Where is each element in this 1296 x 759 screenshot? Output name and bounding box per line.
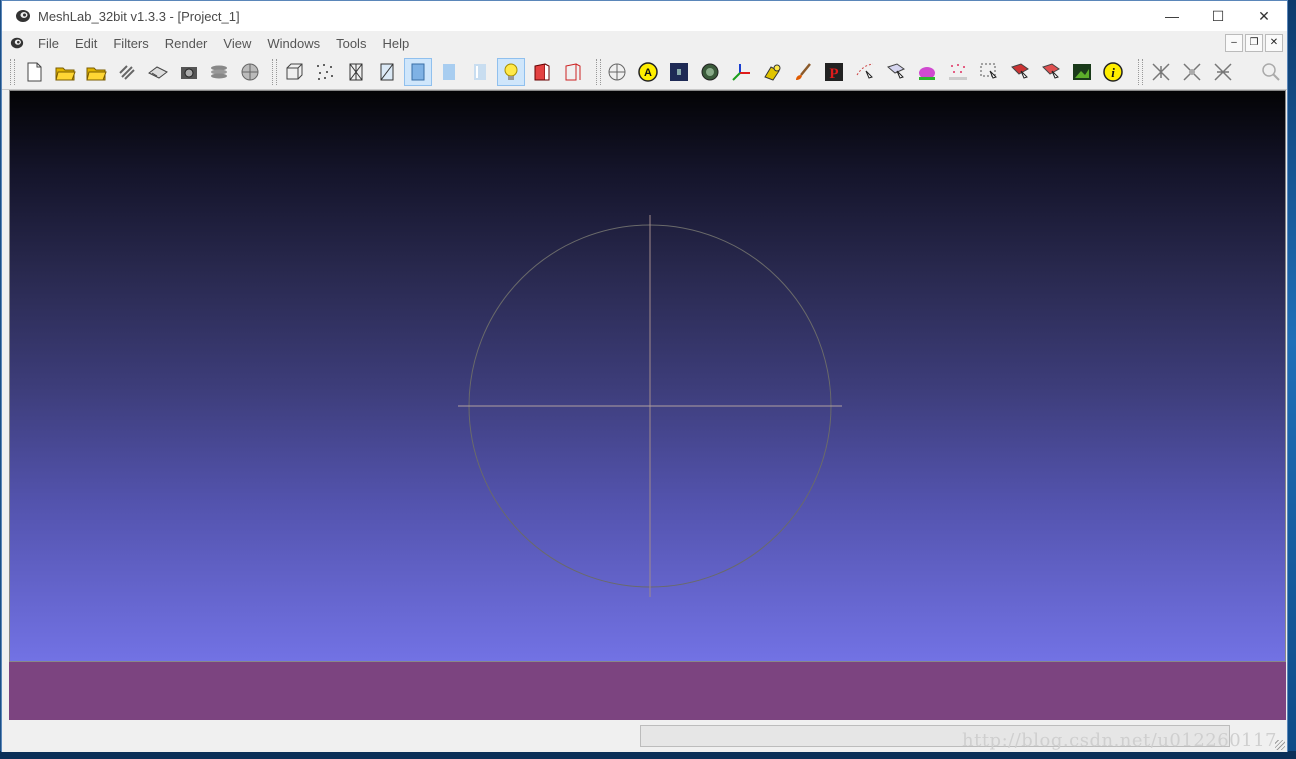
toolbar-grip[interactable] xyxy=(1138,59,1143,85)
smooth-icon[interactable] xyxy=(466,58,494,86)
axes-icon[interactable] xyxy=(727,58,755,86)
reference-icon[interactable] xyxy=(944,58,972,86)
layer-dialog-area xyxy=(9,662,1286,720)
meshlab-window: MeshLab_32bit v1.3.3 - [Project_1] — ☐ ✕… xyxy=(1,0,1288,752)
title-bar[interactable]: MeshLab_32bit v1.3.3 - [Project_1] — ☐ ✕ xyxy=(2,1,1287,31)
reload-icon[interactable] xyxy=(113,58,141,86)
back-face-icon[interactable] xyxy=(528,58,556,86)
select-connected-icon[interactable] xyxy=(1006,58,1034,86)
brush-icon[interactable] xyxy=(789,58,817,86)
menu-tools[interactable]: Tools xyxy=(328,36,374,51)
menu-bar: File Edit Filters Render View Windows To… xyxy=(2,32,1287,54)
window-title: MeshLab_32bit v1.3.3 - [Project_1] xyxy=(38,8,240,24)
points-icon[interactable] xyxy=(311,58,339,86)
layers-icon[interactable] xyxy=(205,58,233,86)
menu-help[interactable]: Help xyxy=(374,36,417,51)
lighting-icon[interactable] xyxy=(497,58,525,86)
align-c-icon[interactable] xyxy=(1209,58,1237,86)
bounding-box-icon[interactable] xyxy=(280,58,308,86)
pick-point-icon[interactable]: P xyxy=(820,58,848,86)
main-toolbar: A P i xyxy=(2,55,1287,90)
flat-lines-icon[interactable] xyxy=(404,58,432,86)
flat-icon[interactable] xyxy=(435,58,463,86)
annotation-icon[interactable]: A xyxy=(634,58,662,86)
menu-windows[interactable]: Windows xyxy=(259,36,328,51)
close-button[interactable]: ✕ xyxy=(1241,1,1287,31)
wireframe-icon[interactable] xyxy=(342,58,370,86)
menu-render[interactable]: Render xyxy=(157,36,216,51)
new-document-icon[interactable] xyxy=(20,58,48,86)
sphere-icon[interactable] xyxy=(236,58,264,86)
z-painting-icon[interactable] xyxy=(913,58,941,86)
trackball-gizmo[interactable] xyxy=(10,91,1285,661)
menu-file[interactable]: File xyxy=(30,36,67,51)
open-project-icon[interactable] xyxy=(51,58,79,86)
align-a-icon[interactable] xyxy=(1147,58,1175,86)
svg-text:A: A xyxy=(644,67,652,79)
menu-edit[interactable]: Edit xyxy=(67,36,105,51)
hidden-lines-icon[interactable] xyxy=(373,58,401,86)
3d-viewport[interactable] xyxy=(9,90,1286,662)
window-controls: — ☐ ✕ xyxy=(1149,1,1287,31)
camera-icon[interactable] xyxy=(175,58,203,86)
resize-grip-icon[interactable] xyxy=(1275,740,1285,750)
menu-filters[interactable]: Filters xyxy=(105,36,156,51)
toolbar-grip[interactable] xyxy=(596,59,601,85)
mdi-controls: ‒ ❐ ✕ xyxy=(1225,34,1283,52)
maximize-button[interactable]: ☐ xyxy=(1195,1,1241,31)
mdi-minimize-button[interactable]: ‒ xyxy=(1225,34,1243,52)
open-folder-icon[interactable] xyxy=(82,58,110,86)
desktop-background xyxy=(1288,0,1296,759)
info-icon[interactable]: i xyxy=(1099,58,1127,86)
double-side-icon[interactable] xyxy=(559,58,587,86)
watermark-text: http://blog.csdn.net/u012260117 xyxy=(962,730,1277,751)
taskbar-edge xyxy=(0,751,1296,759)
minimize-button[interactable]: — xyxy=(1149,1,1195,31)
status-bar: http://blog.csdn.net/u012260117 xyxy=(2,721,1287,752)
raster-icon[interactable] xyxy=(1068,58,1096,86)
select-rect-icon[interactable] xyxy=(975,58,1003,86)
toolbar-grip[interactable] xyxy=(10,59,15,85)
svg-text:i: i xyxy=(1111,65,1115,80)
select-area-icon[interactable] xyxy=(1037,58,1065,86)
select-faces-icon[interactable] xyxy=(882,58,910,86)
render-dark-icon[interactable] xyxy=(665,58,693,86)
svg-text:P: P xyxy=(829,66,838,82)
trackball-icon[interactable] xyxy=(603,58,631,86)
search-icon[interactable] xyxy=(1257,58,1285,86)
mdi-restore-button[interactable]: ❐ xyxy=(1245,34,1263,52)
toolbar-grip[interactable] xyxy=(272,59,277,85)
save-snapshot-icon[interactable] xyxy=(144,58,172,86)
align-b-icon[interactable] xyxy=(1178,58,1206,86)
menu-view[interactable]: View xyxy=(215,36,259,51)
texture-texel-icon[interactable] xyxy=(696,58,724,86)
document-logo-icon[interactable] xyxy=(10,36,24,50)
paint-color-icon[interactable] xyxy=(758,58,786,86)
select-vertices-icon[interactable] xyxy=(851,58,879,86)
meshlab-logo-icon xyxy=(16,10,30,22)
mdi-close-button[interactable]: ✕ xyxy=(1265,34,1283,52)
